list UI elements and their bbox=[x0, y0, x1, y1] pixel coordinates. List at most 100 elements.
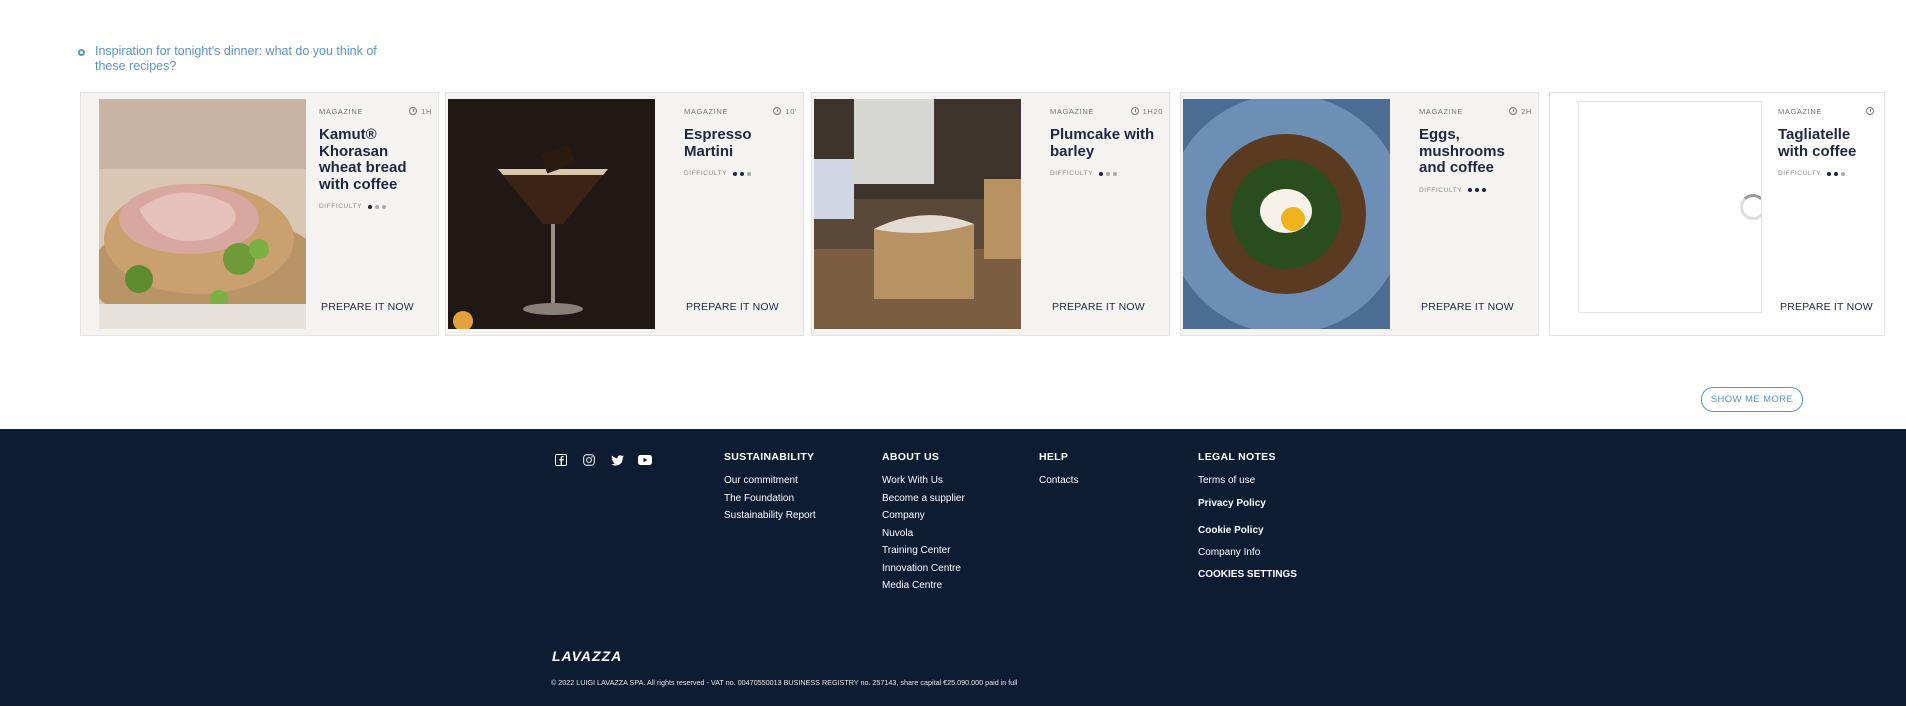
recipe-time: 1H bbox=[409, 107, 432, 116]
intro-text: Inspiration for tonight's dinner: what d… bbox=[95, 44, 396, 74]
cookies-settings-button[interactable]: COOKIES SETTINGS bbox=[1198, 561, 1297, 588]
recipes-section: Inspiration for tonight's dinner: what d… bbox=[0, 0, 1906, 424]
time-value: 2H bbox=[1521, 106, 1532, 116]
recipe-image[interactable] bbox=[99, 99, 306, 329]
intro-link[interactable]: tonight's bbox=[174, 44, 220, 58]
recipe-time: 2H bbox=[1509, 107, 1532, 116]
clock-icon bbox=[409, 107, 418, 115]
prepare-button[interactable]: PREPARE IT NOW bbox=[686, 301, 779, 313]
recipe-card[interactable]: MAGAZINE Tagliatelle with coffee DIFFICU… bbox=[1549, 92, 1885, 336]
footer-heading: ABOUT US bbox=[882, 451, 940, 463]
footer-col-about: ABOUT US Work With Us Become a supplier … bbox=[882, 451, 965, 595]
prepare-button[interactable]: PREPARE IT NOW bbox=[1780, 301, 1873, 313]
difficulty-dots bbox=[733, 171, 752, 176]
recipe-carousel: MAGAZINE 1H Kamut® Khorasan wheat bread … bbox=[61, 92, 1885, 352]
footer-link-work-with-us[interactable]: Work With Us bbox=[882, 472, 965, 490]
recipe-meta: MAGAZINE 10' bbox=[684, 103, 797, 119]
prepare-button[interactable]: PREPARE IT NOW bbox=[321, 301, 414, 313]
youtube-icon[interactable] bbox=[636, 451, 654, 469]
recipe-title[interactable]: Espresso Martini bbox=[684, 126, 797, 160]
instagram-icon[interactable] bbox=[580, 451, 598, 469]
time-value: 10' bbox=[785, 106, 797, 116]
recipe-title[interactable]: Kamut® Khorasan wheat bread with coffee bbox=[319, 126, 432, 193]
recipe-image[interactable] bbox=[814, 99, 1021, 329]
recipe-info: MAGAZINE Tagliatelle with coffee DIFFICU… bbox=[1778, 103, 1878, 335]
recipe-meta: MAGAZINE 1H20 bbox=[1050, 103, 1163, 119]
footer-link-become-supplier[interactable]: Become a supplier bbox=[882, 490, 965, 508]
clock-icon bbox=[1866, 107, 1874, 115]
magazine-tag[interactable]: MAGAZINE bbox=[319, 107, 363, 116]
recipe-card[interactable]: MAGAZINE 1H20 Plumcake with barley DIFFI… bbox=[811, 92, 1170, 336]
difficulty-dots bbox=[1827, 171, 1846, 176]
difficulty-label: DIFFICULTY bbox=[1419, 186, 1463, 194]
recipe-difficulty: DIFFICULTY bbox=[319, 203, 432, 210]
footer: SUSTAINABILITY Our commitment The Founda… bbox=[0, 429, 1906, 706]
footer-link-cookie-policy[interactable]: Cookie Policy bbox=[1198, 517, 1297, 544]
recipe-card[interactable]: MAGAZINE 2H Eggs, mushrooms and coffee D… bbox=[1180, 92, 1539, 336]
footer-link-media-centre[interactable]: Media Centre bbox=[882, 577, 965, 595]
recipe-image[interactable] bbox=[1183, 99, 1390, 329]
difficulty-label: DIFFICULTY bbox=[684, 170, 728, 177]
clock-icon bbox=[1130, 107, 1139, 115]
footer-link-company-info[interactable]: Company Info bbox=[1198, 544, 1297, 562]
recipe-difficulty: DIFFICULTY bbox=[1050, 170, 1163, 177]
footer-col-legal: LEGAL NOTES Terms of use Privacy Policy … bbox=[1198, 451, 1297, 588]
difficulty-label: DIFFICULTY bbox=[319, 203, 363, 210]
footer-heading: HELP bbox=[1039, 451, 1069, 463]
recipe-image-placeholder[interactable] bbox=[1578, 101, 1762, 313]
prepare-button[interactable]: PREPARE IT NOW bbox=[1421, 301, 1514, 313]
footer-link-sustainability-report[interactable]: Sustainability Report bbox=[724, 507, 816, 525]
recipe-time: 10' bbox=[773, 107, 797, 116]
footer-link-innovation-centre[interactable]: Innovation Centre bbox=[882, 560, 965, 578]
footer-link-terms[interactable]: Terms of use bbox=[1198, 472, 1297, 490]
recipe-info: MAGAZINE 1H Kamut® Khorasan wheat bread … bbox=[319, 103, 432, 335]
footer-link-training-center[interactable]: Training Center bbox=[882, 542, 965, 560]
recipe-info: MAGAZINE 1H20 Plumcake with barley DIFFI… bbox=[1050, 103, 1163, 335]
difficulty-dots bbox=[368, 204, 387, 209]
footer-link-our-commitment[interactable]: Our commitment bbox=[724, 472, 816, 490]
recipe-difficulty: DIFFICULTY bbox=[1778, 170, 1878, 177]
intro-text-before: Inspiration for bbox=[95, 44, 175, 58]
footer-link-privacy-policy[interactable]: Privacy Policy bbox=[1198, 490, 1297, 517]
difficulty-dots bbox=[1099, 171, 1118, 176]
footer-heading: SUSTAINABILITY bbox=[724, 451, 815, 463]
footer-heading: LEGAL NOTES bbox=[1198, 451, 1276, 463]
prepare-button[interactable]: PREPARE IT NOW bbox=[1052, 301, 1145, 313]
magazine-tag[interactable]: MAGAZINE bbox=[1419, 107, 1463, 116]
facebook-icon[interactable] bbox=[552, 451, 570, 469]
intro-item: Inspiration for tonight's dinner: what d… bbox=[60, 30, 396, 80]
lavazza-logo[interactable]: LAVAZZA bbox=[552, 648, 622, 664]
recipe-card[interactable]: MAGAZINE 10' Espresso Martini DIFFICULTY… bbox=[445, 92, 804, 336]
recipe-image[interactable] bbox=[448, 99, 655, 329]
difficulty-label: DIFFICULTY bbox=[1050, 170, 1094, 177]
time-value: 1H20 bbox=[1142, 106, 1163, 116]
clock-icon bbox=[1509, 107, 1518, 115]
recipe-meta: MAGAZINE 2H bbox=[1419, 103, 1532, 119]
recipe-meta: MAGAZINE bbox=[1778, 103, 1878, 119]
recipe-difficulty: DIFFICULTY bbox=[684, 170, 797, 177]
footer-col-help: HELP Contacts bbox=[1039, 451, 1078, 490]
bullet-icon bbox=[78, 49, 85, 56]
footer-link-nuvola[interactable]: Nuvola bbox=[882, 525, 965, 543]
image-placeholder bbox=[1651, 178, 1699, 206]
footer-link-company[interactable]: Company bbox=[882, 507, 965, 525]
recipe-title[interactable]: Eggs, mushrooms and coffee bbox=[1419, 126, 1532, 177]
recipe-meta: MAGAZINE 1H bbox=[319, 103, 432, 119]
recipe-info: MAGAZINE 10' Espresso Martini DIFFICULTY… bbox=[684, 103, 797, 335]
clock-icon bbox=[773, 107, 782, 115]
footer-col-sustainability: SUSTAINABILITY Our commitment The Founda… bbox=[724, 451, 816, 525]
magazine-tag[interactable]: MAGAZINE bbox=[1778, 107, 1822, 116]
footer-link-contacts[interactable]: Contacts bbox=[1039, 472, 1078, 490]
time-value: 1H bbox=[421, 106, 432, 116]
magazine-tag[interactable]: MAGAZINE bbox=[1050, 107, 1094, 116]
recipe-title[interactable]: Plumcake with barley bbox=[1050, 126, 1163, 160]
recipe-difficulty: DIFFICULTY bbox=[1419, 187, 1532, 194]
footer-link-foundation[interactable]: The Foundation bbox=[724, 490, 816, 508]
twitter-icon[interactable] bbox=[608, 451, 626, 469]
recipe-card[interactable]: MAGAZINE 1H Kamut® Khorasan wheat bread … bbox=[80, 92, 439, 336]
social-links bbox=[552, 451, 654, 469]
show-more-button[interactable]: SHOW ME MORE bbox=[1701, 387, 1803, 412]
recipe-info: MAGAZINE 2H Eggs, mushrooms and coffee D… bbox=[1419, 103, 1532, 335]
magazine-tag[interactable]: MAGAZINE bbox=[684, 107, 728, 116]
recipe-title[interactable]: Tagliatelle with coffee bbox=[1778, 126, 1878, 160]
